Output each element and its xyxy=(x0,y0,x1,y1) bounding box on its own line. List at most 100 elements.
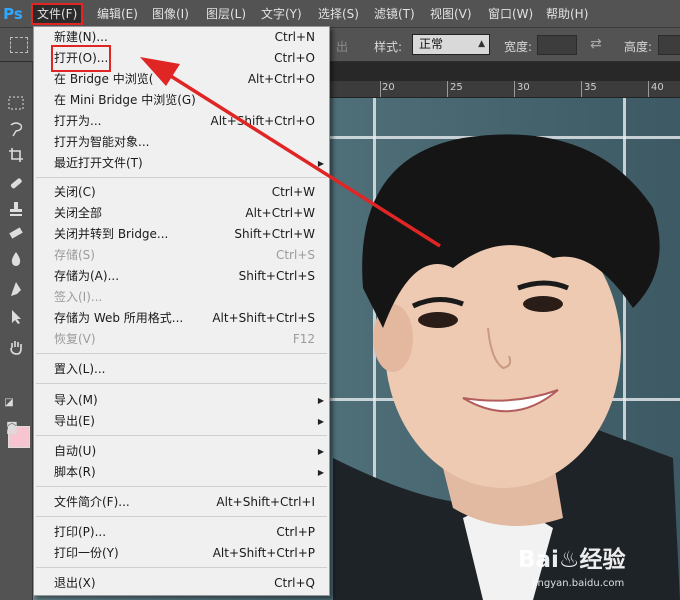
hand-icon[interactable] xyxy=(4,336,28,358)
menu-item-browse-bridge[interactable]: 在 Bridge 中浏览( Alt+Ctrl+O xyxy=(34,69,329,90)
submenu-arrow-icon: ▶ xyxy=(317,159,324,168)
tools-panel: ◪ ◙ xyxy=(0,62,33,600)
submenu-arrow-icon: ▶ xyxy=(317,447,324,456)
height-input[interactable] xyxy=(658,35,680,55)
ruler-label: 40 xyxy=(651,82,664,93)
ruler-tick xyxy=(380,81,381,97)
menu-item-new[interactable]: 新建(N)... Ctrl+N xyxy=(34,27,329,48)
menu-item-exit[interactable]: 退出(X) Ctrl+Q xyxy=(34,573,329,594)
crop-icon[interactable] xyxy=(4,144,28,166)
menu-item-label: 脚本(R) xyxy=(54,465,96,479)
ruler-label: 30 xyxy=(517,82,530,93)
menu-item-print-one-copy[interactable]: 打印一份(Y) Alt+Shift+Ctrl+P xyxy=(34,543,329,564)
menu-view[interactable]: 视图(V) xyxy=(425,4,477,24)
menu-edit[interactable]: 编辑(E) xyxy=(92,4,143,24)
menu-type[interactable]: 文字(Y) xyxy=(256,4,307,24)
marquee-preset-icon[interactable] xyxy=(10,37,28,53)
file-menu-dropdown: 新建(N)... Ctrl+N 打开(O)... Ctrl+O 在 Bridge… xyxy=(33,26,330,596)
menu-layer[interactable]: 图层(L) xyxy=(201,4,251,24)
menu-item-file-info[interactable]: 文件简介(F)... Alt+Shift+Ctrl+I xyxy=(34,492,329,513)
menu-bar: Ps 文件(F) 编辑(E) 图像(I) 图层(L) 文字(Y) 选择(S) 滤… xyxy=(0,0,680,28)
menu-item-automate[interactable]: 自动(U) ▶ xyxy=(34,441,329,462)
ruler-label: 25 xyxy=(450,82,463,93)
submenu-arrow-icon: ▶ xyxy=(317,468,324,477)
menu-file[interactable]: 文件(F) xyxy=(30,3,84,25)
menu-item-open[interactable]: 打开(O)... Ctrl+O xyxy=(34,45,329,72)
menu-item-label: 最近打开文件(T) xyxy=(54,156,143,170)
menu-item-label: 关闭并转到 Bridge... xyxy=(54,227,169,241)
menu-item-close-go-bridge[interactable]: 关闭并转到 Bridge... Shift+Ctrl+W xyxy=(34,224,329,245)
menu-item-label: 签入(I)... xyxy=(54,290,103,304)
menu-separator xyxy=(36,435,327,436)
default-colors-icon[interactable]: ◪ xyxy=(2,392,16,414)
eraser-icon[interactable] xyxy=(4,222,28,244)
menu-separator xyxy=(36,567,327,568)
ruler-tick xyxy=(514,81,515,97)
menu-separator xyxy=(36,383,327,384)
stamp-icon[interactable] xyxy=(4,198,28,220)
menu-item-scripts[interactable]: 脚本(R) ▶ xyxy=(34,462,329,483)
lasso-icon[interactable] xyxy=(4,118,28,140)
menu-item-revert: 恢复(V) F12 xyxy=(34,329,329,350)
menu-item-import[interactable]: 导入(M) ▶ xyxy=(34,390,329,411)
menu-item-label: 在 Mini Bridge 中浏览(G) xyxy=(54,93,196,107)
ruler-tick xyxy=(648,81,649,97)
menu-item-shortcut: Alt+Ctrl+O xyxy=(247,72,315,86)
menu-item-label: 置入(L)... xyxy=(54,362,106,376)
photoshop-logo: Ps xyxy=(3,5,23,23)
options-partial-label: 出 xyxy=(336,40,349,54)
menu-item-shortcut: Alt+Shift+Ctrl+I xyxy=(216,495,315,509)
menu-item-export[interactable]: 导出(E) ▶ xyxy=(34,411,329,432)
menu-item-open-smart-object[interactable]: 打开为智能对象... xyxy=(34,132,329,153)
watermark-url: jingyan.baidu.com xyxy=(532,578,625,589)
menu-filter[interactable]: 滤镜(T) xyxy=(369,4,420,24)
menu-help[interactable]: 帮助(H) xyxy=(541,4,593,24)
menu-item-label: 新建(N)... xyxy=(54,30,108,44)
menu-item-shortcut: Shift+Ctrl+S xyxy=(238,269,315,283)
chevron-updown-icon: ▲ xyxy=(478,39,485,49)
menu-item-label: 关闭全部 xyxy=(54,206,103,220)
menu-window[interactable]: 窗口(W) xyxy=(483,4,538,24)
menu-item-save-as[interactable]: 存储为(A)... Shift+Ctrl+S xyxy=(34,266,329,287)
style-select[interactable]: 正常 ▲ xyxy=(412,34,490,55)
style-label: 样式: xyxy=(374,40,403,54)
menu-item-label: 恢复(V) xyxy=(54,332,96,346)
menu-separator xyxy=(36,353,327,354)
height-label: 高度: xyxy=(624,40,653,54)
menu-item-recent-files[interactable]: 最近打开文件(T) ▶ xyxy=(34,153,329,174)
menu-item-shortcut: Ctrl+W xyxy=(271,185,315,199)
menu-select[interactable]: 选择(S) xyxy=(313,4,364,24)
menu-item-close-all[interactable]: 关闭全部 Alt+Ctrl+W xyxy=(34,203,329,224)
menu-item-print[interactable]: 打印(P)... Ctrl+P xyxy=(34,522,329,543)
menu-item-place[interactable]: 置入(L)... xyxy=(34,359,329,380)
menu-item-save: 存储(S) Ctrl+S xyxy=(34,245,329,266)
menu-separator xyxy=(36,516,327,517)
width-input[interactable] xyxy=(537,35,577,55)
healing-brush-icon[interactable] xyxy=(4,172,28,194)
menu-item-shortcut: Alt+Shift+Ctrl+O xyxy=(210,114,315,128)
menu-image[interactable]: 图像(I) xyxy=(147,4,194,24)
marquee-icon[interactable] xyxy=(4,92,28,114)
swap-icon[interactable]: ⇄ xyxy=(590,36,602,52)
menu-item-shortcut: Ctrl+P xyxy=(276,525,315,539)
menu-item-shortcut: Ctrl+Q xyxy=(274,576,315,590)
menu-item-label: 打开为... xyxy=(54,114,102,128)
menu-item-open-as[interactable]: 打开为... Alt+Shift+Ctrl+O xyxy=(34,111,329,132)
ruler-label: 20 xyxy=(382,82,395,93)
pen-icon[interactable] xyxy=(4,278,28,300)
menu-item-label: 打开为智能对象... xyxy=(54,135,150,149)
menu-item-label: 导出(E) xyxy=(54,414,95,428)
menu-item-label: 自动(U) xyxy=(54,444,97,458)
path-select-icon[interactable] xyxy=(4,306,28,328)
menu-item-label: 退出(X) xyxy=(54,576,96,590)
width-label: 宽度: xyxy=(504,40,533,54)
menu-item-browse-mini-bridge[interactable]: 在 Mini Bridge 中浏览(G) xyxy=(34,90,329,111)
blur-icon[interactable] xyxy=(4,248,28,270)
menu-item-label: 打开(O)... xyxy=(50,45,112,72)
quick-mask-icon[interactable]: ◙ xyxy=(3,416,21,438)
menu-item-close[interactable]: 关闭(C) Ctrl+W xyxy=(34,182,329,203)
menu-item-save-for-web[interactable]: 存储为 Web 所用格式... Alt+Shift+Ctrl+S xyxy=(34,308,329,329)
menu-item-shortcut: Ctrl+N xyxy=(274,30,315,44)
menu-separator xyxy=(36,486,327,487)
menu-item-label: 打印(P)... xyxy=(54,525,107,539)
